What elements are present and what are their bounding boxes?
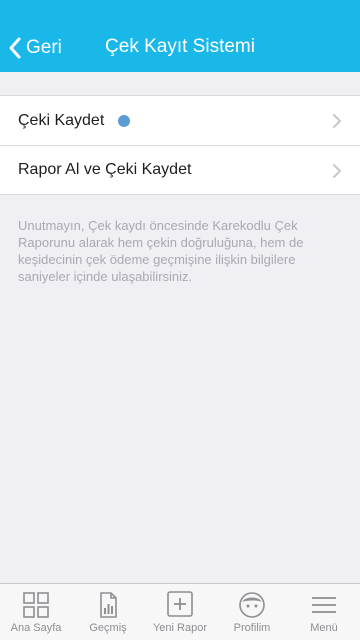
tab-yeni-rapor[interactable]: Yeni Rapor	[144, 584, 216, 640]
tab-label: Geçmiş	[89, 622, 127, 634]
info-note: Unutmayın, Çek kaydı öncesinde Karekodlu…	[18, 218, 304, 284]
tab-profilim[interactable]: Profilim	[216, 584, 288, 640]
hamburger-icon	[312, 597, 336, 613]
chevron-right-icon	[333, 114, 341, 128]
page-title: Çek Kayıt Sistemi	[105, 36, 255, 57]
tab-label: Profilim	[233, 622, 271, 634]
list-item-rapor-al[interactable]: Rapor Al ve Çeki Kaydet	[0, 145, 360, 194]
menu-list: Çeki Kaydet Rapor Al ve Çeki Kaydet	[0, 95, 360, 195]
tab-gecmis[interactable]: Geçmiş	[72, 584, 144, 640]
status-dot	[118, 114, 131, 127]
plus-box-icon	[167, 591, 193, 617]
list-item-label: Çeki Kaydet	[18, 111, 105, 129]
tab-ana-sayfa[interactable]: Ana Sayfa	[0, 584, 72, 640]
tab-bar: Ana Sayfa Geçmiş Yeni Rapor Profilim Men…	[0, 583, 360, 640]
header-bar: Geri Çek Kayıt Sistemi	[0, 0, 360, 72]
tab-label: Yeni Rapor	[152, 622, 208, 634]
tab-menu[interactable]: Menü	[288, 584, 360, 640]
grid-icon	[23, 592, 49, 618]
tab-label: Ana Sayfa	[10, 622, 62, 634]
chevron-right-icon	[333, 164, 341, 178]
chart-document-icon	[100, 592, 117, 618]
list-item-ceki-kaydet[interactable]: Çeki Kaydet	[0, 96, 360, 145]
tab-label: Menü	[310, 622, 338, 634]
list-item-label: Rapor Al ve Çeki Kaydet	[18, 161, 192, 178]
face-icon	[239, 592, 265, 618]
